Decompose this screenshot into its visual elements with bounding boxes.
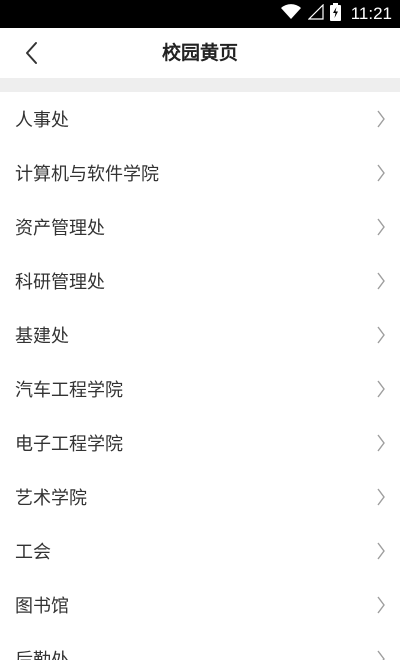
battery-icon	[329, 3, 341, 25]
list-item[interactable]: 工会	[0, 524, 400, 578]
chevron-right-icon	[377, 164, 385, 182]
list-item[interactable]: 汽车工程学院	[0, 362, 400, 416]
signal-icon	[307, 3, 324, 24]
section-divider	[0, 78, 400, 92]
list-item-label: 电子工程学院	[15, 434, 123, 455]
chevron-right-icon	[377, 110, 385, 128]
chevron-right-icon	[377, 326, 385, 344]
directory-list: 人事处 计算机与软件学院 资产管理处 科研管理处 基建处 汽车工程学院 电子工程…	[0, 92, 400, 660]
list-item-label: 汽车工程学院	[15, 380, 123, 401]
chevron-right-icon	[377, 596, 385, 614]
list-item[interactable]: 科研管理处	[0, 254, 400, 308]
list-item[interactable]: 电子工程学院	[0, 416, 400, 470]
status-time: 11:21	[350, 4, 392, 23]
list-item[interactable]: 资产管理处	[0, 200, 400, 254]
chevron-right-icon	[377, 218, 385, 236]
list-item-label: 人事处	[15, 110, 69, 131]
back-button[interactable]	[14, 36, 50, 70]
page-title: 校园黄页	[161, 42, 238, 64]
chevron-right-icon	[377, 434, 385, 452]
list-item-label: 计算机与软件学院	[15, 164, 159, 185]
chevron-right-icon	[377, 542, 385, 560]
app-bar: 校园黄页	[0, 28, 400, 78]
list-item[interactable]: 人事处	[0, 92, 400, 146]
chevron-right-icon	[377, 272, 385, 290]
list-item[interactable]: 艺术学院	[0, 470, 400, 524]
list-item[interactable]: 后勤处	[0, 632, 400, 660]
list-item[interactable]: 计算机与软件学院	[0, 146, 400, 200]
list-item[interactable]: 基建处	[0, 308, 400, 362]
chevron-right-icon	[377, 650, 385, 660]
status-bar: 11:21	[0, 0, 400, 28]
list-item-label: 图书馆	[15, 596, 69, 617]
list-item-label: 后勤处	[15, 646, 69, 660]
list-item[interactable]: 图书馆	[0, 578, 400, 632]
list-item-label: 艺术学院	[15, 488, 87, 509]
list-item-label: 基建处	[15, 326, 69, 347]
chevron-right-icon	[377, 488, 385, 506]
chevron-left-icon	[26, 42, 37, 64]
wifi-icon	[280, 4, 302, 24]
list-item-label: 工会	[15, 542, 51, 563]
list-item-label: 资产管理处	[15, 218, 105, 239]
status-icons: 11:21	[280, 0, 392, 28]
chevron-right-icon	[377, 380, 385, 398]
list-item-label: 科研管理处	[15, 272, 105, 293]
